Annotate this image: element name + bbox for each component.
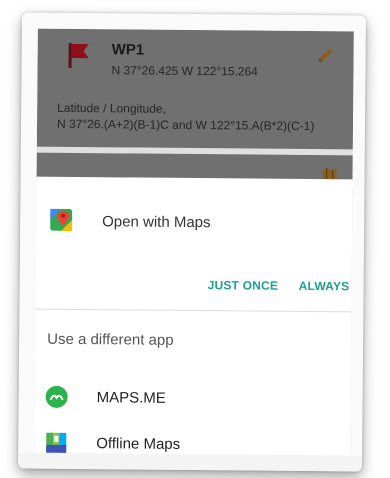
open-with-row[interactable]: Open with Maps [36, 177, 353, 252]
waypoint-coords: N 37°26.425 W 122°15.264 [111, 63, 258, 79]
phone-frame: WP1 N 37°26.425 W 122°15.264 Latitude / … [18, 12, 366, 472]
google-maps-icon [50, 208, 73, 231]
mapsme-icon [45, 385, 68, 408]
pencil-icon[interactable] [316, 45, 336, 65]
screen: WP1 N 37°26.425 W 122°15.264 Latitude / … [34, 28, 354, 466]
different-app-label: Use a different app [47, 330, 174, 349]
waypoint-formula: N 37°26.(A+2)(B-1)C and W 122°15.A(B*2)(… [56, 116, 315, 134]
just-once-button[interactable]: JUST ONCE [208, 278, 279, 293]
divider [35, 308, 352, 313]
app-name: MAPS.ME [96, 389, 166, 407]
waypoint-card: WP1 N 37°26.425 W 122°15.264 Latitude / … [36, 28, 354, 150]
app-chooser-sheet: Open with Maps JUST ONCE ALWAYS Use a di… [34, 176, 353, 466]
app-item-mapsme[interactable]: MAPS.ME [34, 373, 350, 424]
app-name: Offline Maps [96, 435, 181, 453]
always-button[interactable]: ALWAYS [299, 279, 350, 293]
offline-maps-icon [46, 432, 67, 453]
flag-icon [68, 42, 89, 68]
waypoint-label: Latitude / Longitude, [57, 100, 166, 116]
open-with-label: Open with Maps [102, 213, 211, 232]
waypoint-name: WP1 [111, 41, 145, 59]
bottom-bezel [18, 452, 363, 472]
